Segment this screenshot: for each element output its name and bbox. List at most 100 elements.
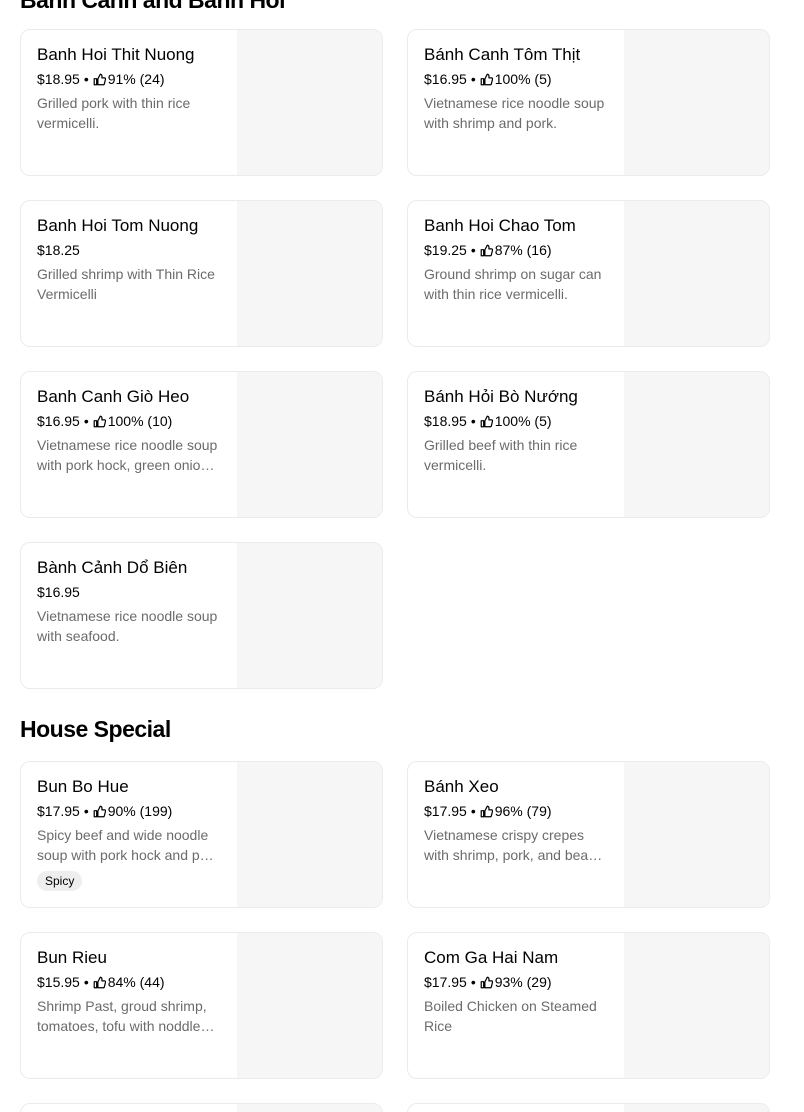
item-name: Bun Bo Hue	[37, 777, 129, 796]
item-meta: $19.25 • 87% (16)	[424, 240, 608, 260]
item-description: Vietnamese rice noodle soup with seafood…	[37, 608, 218, 644]
item-info: Bành Cảnh Dổ Biên $16.95 Vietnamese rice n…	[21, 543, 237, 688]
item-description: Vietnamese rice noodle soup with pork ho…	[37, 437, 218, 473]
item-info: Bánh Canh Tôm Thịt $16.95 • 100% (5) Vietnam…	[408, 30, 624, 175]
item-image	[624, 933, 769, 1078]
item-image	[237, 1104, 382, 1112]
item-price: $18.25	[37, 242, 80, 258]
item-description: Spicy beef and wide noodle soup with por…	[37, 827, 220, 863]
item-price: $17.95	[424, 974, 467, 990]
item-price: $15.95	[37, 974, 80, 990]
item-price: $17.95	[37, 803, 80, 819]
separator-dot: •	[470, 974, 476, 990]
thumbs-up-icon	[480, 415, 495, 428]
item-name: Banh Hoi Thit Nuong	[37, 45, 195, 64]
separator-dot: •	[470, 803, 476, 819]
item-price: $17.95	[424, 803, 467, 819]
item-description: Vietnamese crispy crepes with shrimp, po…	[424, 827, 596, 863]
item-rating: 93% (29)	[494, 974, 552, 990]
item-description: Shrimp Past, groud shrimp, tomatoes, tof…	[37, 998, 207, 1034]
item-info: Banh Hoi Thit Nuong $18.95 • 91% (24) Grille…	[21, 30, 237, 175]
item-price: $18.95	[424, 413, 467, 429]
item-description: Ground shrimp on sugar can with thin ric…	[424, 266, 602, 302]
item-meta: $18.95 • 91% (24)	[37, 69, 221, 89]
item-image	[237, 933, 382, 1078]
item-info: Banh Hoi Chao Tom $19.25 • 87% (16) Ground s…	[408, 201, 624, 346]
menu-item-card[interactable]	[20, 1103, 383, 1112]
item-image	[237, 372, 382, 517]
item-name: Banh Hoi Tom Nuong	[37, 216, 199, 235]
item-meta: $17.95 • 93% (29)	[424, 972, 608, 992]
item-info: Bun Bo Hue $17.95 • 90% (199) Spicy beef and…	[21, 762, 237, 907]
item-price: $18.95	[37, 71, 80, 87]
thumbs-up-icon	[480, 805, 495, 818]
item-description: Vietnamese rice noodle soup with shrimp …	[424, 95, 605, 131]
item-meta: $16.95 • 100% (5)	[424, 69, 608, 89]
menu-item-card[interactable]: Banh Hoi Thit Nuong $18.95 • 91% (24) Grille…	[20, 29, 383, 176]
menu-item-card[interactable]	[407, 1103, 770, 1112]
separator-dot: •	[470, 413, 476, 429]
menu-grid: Bun Bo Hue $17.95 • 90% (199) Spicy beef and…	[20, 761, 770, 1079]
item-info: Com Ga Hai Nam $17.95 • 93% (29) Boiled Chic…	[408, 933, 624, 1078]
item-rating: 100% (10)	[107, 413, 173, 429]
menu-item-card[interactable]: Banh Canh Giò Heo $16.95 • 100% (10) Vietnam…	[20, 371, 383, 518]
item-name: Bánh Xeo	[424, 777, 499, 796]
thumbs-up-icon	[93, 805, 108, 818]
separator-dot: •	[470, 242, 476, 258]
item-name: Banh Hoi Chao Tom	[424, 216, 576, 235]
thumbs-up-icon	[93, 415, 108, 428]
item-image	[237, 30, 382, 175]
separator-dot: •	[83, 413, 89, 429]
item-price: $16.95	[37, 584, 80, 600]
item-info: Bánh Hỏi Bò Nướng $18.95 • 100% (5) Grilled …	[408, 372, 624, 517]
item-rating: 87% (16)	[494, 242, 552, 258]
item-name: Banh Canh Giò Heo	[37, 387, 190, 406]
spicy-badge: Spicy	[37, 871, 83, 891]
separator-dot: •	[83, 974, 89, 990]
menu-item-card[interactable]: Bánh Canh Tôm Thịt $16.95 • 100% (5) Vietnam…	[407, 29, 770, 176]
separator-dot: •	[470, 71, 476, 87]
menu-grid-more	[20, 1103, 770, 1112]
item-meta: $16.95	[37, 582, 221, 602]
item-price: $16.95	[424, 71, 467, 87]
menu-item-card[interactable]: Bánh Hỏi Bò Nướng $18.95 • 100% (5) Grilled …	[407, 371, 770, 518]
item-meta: $18.25	[37, 240, 221, 260]
item-info: Banh Hoi Tom Nuong $18.25 Grilled shrimp w…	[21, 201, 237, 346]
item-description: Grilled pork with thin rice vermicelli.	[37, 95, 191, 131]
menu-item-card[interactable]: Banh Hoi Tom Nuong $18.25 Grilled shrimp w…	[20, 200, 383, 347]
item-name: Bành Cảnh Dổ Biên	[37, 558, 188, 577]
separator-dot: •	[83, 71, 89, 87]
item-name: Bun Rieu	[37, 948, 107, 967]
thumbs-up-icon	[480, 244, 495, 257]
item-rating: 90% (199)	[107, 803, 173, 819]
item-image	[624, 30, 769, 175]
item-meta: $17.95 • 90% (199)	[37, 801, 221, 821]
thumbs-up-icon	[93, 73, 108, 86]
item-image	[237, 201, 382, 346]
item-description: Grilled shrimp with Thin Rice Vermicelli	[37, 266, 215, 302]
item-rating: 84% (44)	[107, 974, 165, 990]
item-meta: $16.95 • 100% (10)	[37, 411, 221, 431]
item-image	[624, 762, 769, 907]
item-image	[624, 372, 769, 517]
section-title: Banh Canh and Banh Hoi	[20, 0, 286, 13]
thumbs-up-icon	[480, 73, 495, 86]
separator-dot: •	[83, 803, 89, 819]
menu-item-card[interactable]: Bánh Xeo $17.95 • 96% (79) Vietnamese crispy…	[407, 761, 770, 908]
menu-item-card[interactable]: Bun Bo Hue $17.95 • 90% (199) Spicy beef and…	[20, 761, 383, 908]
item-image	[624, 1104, 769, 1112]
item-info: Bánh Xeo $17.95 • 96% (79) Vietnamese crispy…	[408, 762, 624, 907]
menu-item-card[interactable]: Bun Rieu $15.95 • 84% (44) Shrimp Past, grou…	[20, 932, 383, 1079]
item-meta: $17.95 • 96% (79)	[424, 801, 608, 821]
item-description: Grilled beef with thin rice vermicelli.	[424, 437, 578, 473]
menu-item-card[interactable]: Com Ga Hai Nam $17.95 • 93% (29) Boiled Chic…	[407, 932, 770, 1079]
item-price: $19.25	[424, 242, 467, 258]
item-description: Boiled Chicken on Steamed Rice	[424, 998, 597, 1034]
item-meta: $18.95 • 100% (5)	[424, 411, 608, 431]
menu-item-card[interactable]: Bành Cảnh Dổ Biên $16.95 Vietnamese rice n…	[20, 542, 383, 689]
item-name: Com Ga Hai Nam	[424, 948, 559, 967]
menu-item-card[interactable]: Banh Hoi Chao Tom $19.25 • 87% (16) Ground s…	[407, 200, 770, 347]
menu-grid: Banh Hoi Thit Nuong $18.95 • 91% (24) Grille…	[20, 29, 770, 689]
item-image	[624, 201, 769, 346]
thumbs-up-icon	[93, 976, 108, 989]
